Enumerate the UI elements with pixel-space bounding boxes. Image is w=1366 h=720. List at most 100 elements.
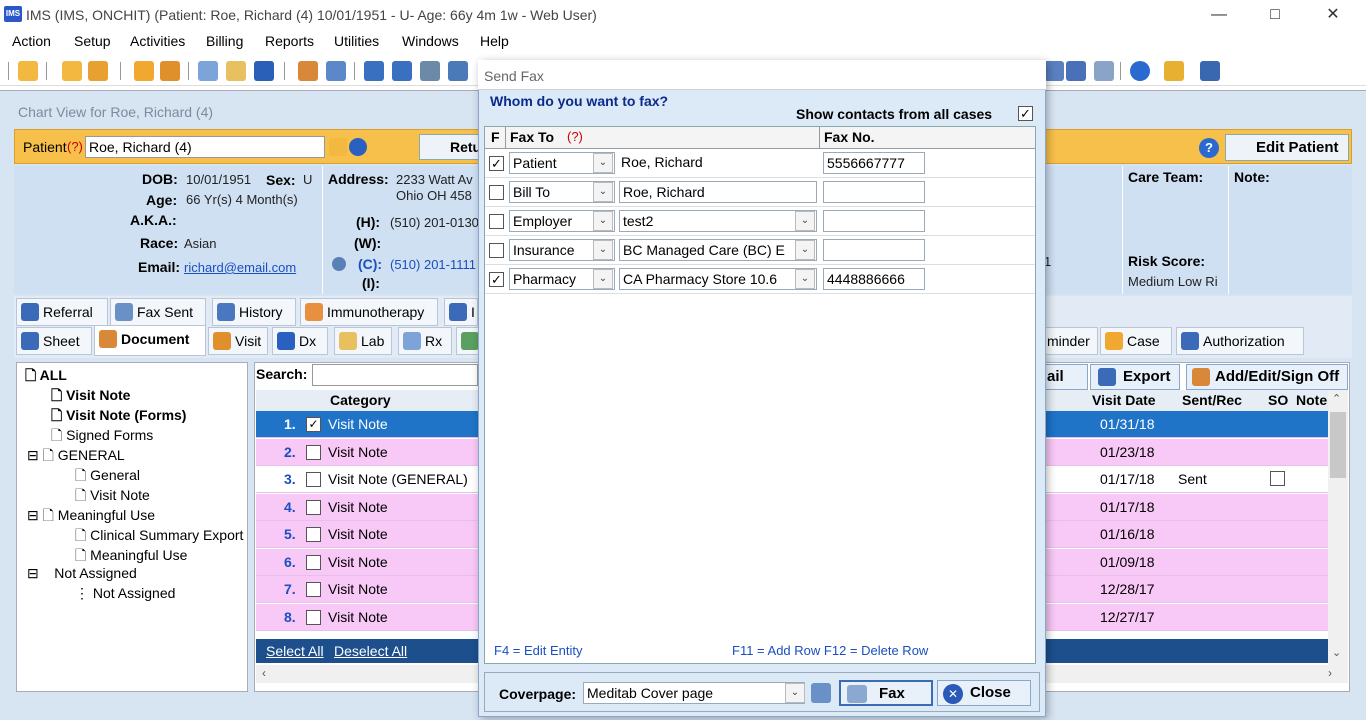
fax-row-checkbox[interactable]: ✓ (489, 156, 504, 171)
chevron-down-icon[interactable]: ⌄ (785, 683, 805, 703)
fax-number-input[interactable] (823, 181, 925, 203)
col-sent-rec[interactable]: Sent/Rec (1182, 392, 1242, 408)
fax-row-checkbox[interactable] (489, 214, 504, 229)
visit-icon[interactable] (160, 61, 180, 81)
help-icon[interactable] (1130, 61, 1150, 81)
chevron-down-icon[interactable]: ⌄ (795, 240, 815, 260)
edit-patient-button[interactable]: Edit Patient (1225, 134, 1349, 161)
email-link[interactable]: richard@email.com (184, 260, 296, 275)
scroll-right-arrow-icon[interactable]: › (1328, 666, 1332, 680)
tab-rx[interactable]: Rx (398, 327, 452, 355)
fax-row[interactable]: Insurance ⌄ BC Managed Care (BC) E ⌄ (485, 236, 1035, 265)
user-edit-icon[interactable] (88, 61, 108, 81)
fax-number-input[interactable]: 5556667777 (823, 152, 925, 174)
rx-icon[interactable] (198, 61, 218, 81)
fax-name-input[interactable]: Roe, Richard (619, 181, 817, 203)
menu-help[interactable]: Help (480, 33, 509, 49)
notes-icon[interactable] (326, 61, 346, 81)
scroll-left-arrow-icon[interactable]: ‹ (262, 666, 266, 680)
menu-utilities[interactable]: Utilities (334, 33, 379, 49)
chevron-down-icon[interactable]: ⌄ (795, 211, 815, 231)
scrollbar-thumb[interactable] (1330, 412, 1346, 478)
chevron-down-icon[interactable]: ⌄ (593, 269, 613, 289)
col-visit-date[interactable]: Visit Date (1092, 392, 1156, 408)
row-checkbox[interactable] (306, 527, 321, 542)
menu-billing[interactable]: Billing (206, 33, 243, 49)
chart-icon[interactable] (134, 61, 154, 81)
select-all-link[interactable]: Select All (266, 643, 324, 659)
menu-action[interactable]: Action (12, 33, 51, 49)
row-checkbox[interactable] (306, 500, 321, 515)
lock-icon[interactable] (1164, 61, 1184, 81)
analytics-icon[interactable] (1044, 61, 1064, 81)
scroll-down-arrow-icon[interactable]: ⌄ (1332, 646, 1341, 659)
phone-icon[interactable] (332, 257, 346, 271)
portal-icon[interactable] (1066, 61, 1086, 81)
col-category[interactable]: Category (330, 392, 391, 408)
tab-reminder[interactable]: minder (1044, 327, 1098, 355)
menu-windows[interactable]: Windows (402, 33, 459, 49)
row-checkbox[interactable] (306, 610, 321, 625)
tab-history[interactable]: History (212, 298, 296, 326)
tab-fax-sent[interactable]: Fax Sent (110, 298, 206, 326)
col-note[interactable]: Note (1296, 392, 1327, 408)
user-icon[interactable] (62, 61, 82, 81)
minimize-button[interactable]: — (1196, 4, 1242, 26)
row-checkbox[interactable] (306, 555, 321, 570)
tab-document[interactable]: Document (94, 325, 206, 356)
col-so[interactable]: SO (1268, 392, 1288, 408)
report-icon[interactable] (420, 61, 440, 81)
billing-icon[interactable] (364, 61, 384, 81)
fax-number-input[interactable] (823, 239, 925, 261)
settings-icon[interactable] (448, 61, 468, 81)
tab-partial[interactable]: I (444, 298, 478, 326)
menu-reports[interactable]: Reports (265, 33, 314, 49)
patient-icon[interactable] (18, 61, 38, 81)
show-contacts-checkbox[interactable]: ✓ (1018, 106, 1033, 121)
patient-lookup-icon[interactable] (329, 138, 347, 156)
add-edit-sign-off-button[interactable]: Add/Edit/Sign Off (1186, 364, 1348, 390)
fax-name-select[interactable]: test2 (619, 210, 817, 232)
row-checkbox[interactable] (306, 472, 321, 487)
tab-authorization[interactable]: Authorization (1176, 327, 1304, 355)
chevron-down-icon[interactable]: ⌄ (795, 269, 815, 289)
menu-activities[interactable]: Activities (130, 33, 185, 49)
so-checkbox[interactable] (1270, 471, 1285, 486)
coverpage-select[interactable]: Meditab Cover page (583, 682, 805, 704)
row-checkbox[interactable] (306, 582, 321, 597)
menu-setup[interactable]: Setup (74, 33, 111, 49)
navigate-icon[interactable] (349, 138, 367, 156)
exit-icon[interactable] (1200, 61, 1220, 81)
tree-item[interactable]: ⋮ Not Assigned (75, 585, 175, 602)
row-checkbox[interactable] (306, 445, 321, 460)
email-button[interactable]: ail (1044, 364, 1088, 390)
help-icon[interactable]: ? (1199, 138, 1219, 158)
patient-input[interactable]: Roe, Richard (4) (85, 136, 325, 158)
fax-name-select[interactable]: BC Managed Care (BC) E (619, 239, 817, 261)
fax-row[interactable]: Bill To ⌄ Roe, Richard (485, 178, 1035, 207)
chevron-down-icon[interactable]: ⌄ (593, 153, 613, 173)
close-window-button[interactable]: ✕ (1310, 4, 1356, 26)
tab-referral[interactable]: Referral (16, 298, 108, 326)
search-input[interactable] (312, 364, 478, 386)
fax-row[interactable]: Employer ⌄ test2 ⌄ (485, 207, 1035, 236)
tab-lab[interactable]: Lab (334, 327, 392, 355)
chevron-down-icon[interactable]: ⌄ (593, 211, 613, 231)
scroll-up-arrow-icon[interactable]: ⌃ (1332, 392, 1341, 405)
tab-case[interactable]: Case (1100, 327, 1172, 355)
lab-flask-icon[interactable] (226, 61, 246, 81)
tab-sheet[interactable]: Sheet (16, 327, 92, 355)
fax-row-checkbox[interactable] (489, 243, 504, 258)
shield-icon[interactable] (254, 61, 274, 81)
fax-row-checkbox[interactable]: ✓ (489, 272, 504, 287)
fax-row-checkbox[interactable] (489, 185, 504, 200)
fax-number-input[interactable]: 4448886666 (823, 268, 925, 290)
chevron-down-icon[interactable]: ⌄ (593, 240, 613, 260)
fax-name-select[interactable]: CA Pharmacy Store 10.6 (619, 268, 817, 290)
fax-to-help-mark[interactable]: (?) (567, 129, 583, 144)
edit-coverpage-icon[interactable] (811, 683, 831, 703)
patient-help-mark[interactable]: (?) (67, 139, 83, 154)
tab-visit[interactable]: Visit (208, 327, 268, 355)
chevron-down-icon[interactable]: ⌄ (593, 182, 613, 202)
tree-item[interactable]: ⊟ Not Assigned (27, 565, 137, 582)
